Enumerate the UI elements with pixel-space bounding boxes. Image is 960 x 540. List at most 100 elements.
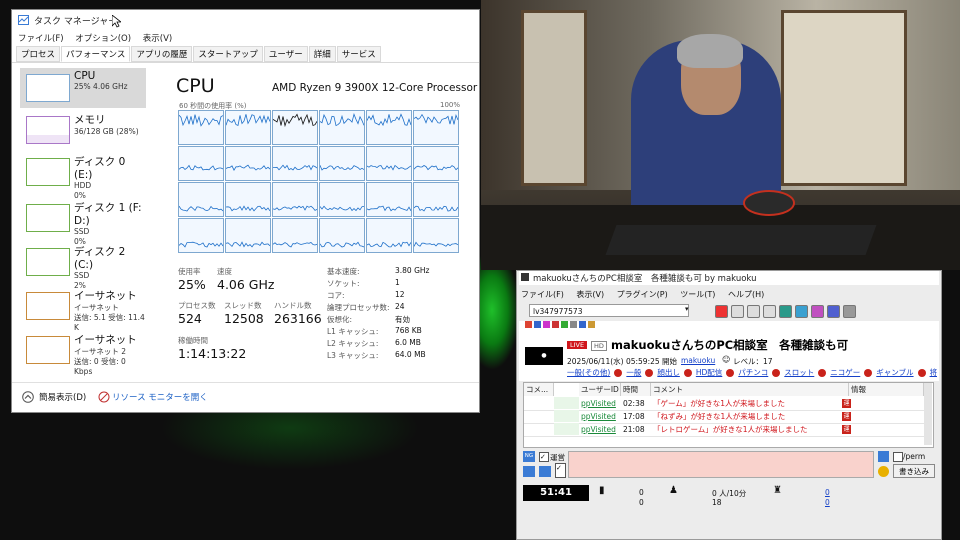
logical-processor-graph (413, 110, 459, 145)
resource-monitor-link[interactable]: リソース モニターを開く (112, 391, 208, 403)
col-header-info[interactable]: 情報 (849, 383, 924, 396)
toolbar-icon[interactable] (795, 305, 808, 318)
clipboard-icon[interactable]: ✓ (555, 463, 566, 478)
stream-title: makuokuさんちのPC相談室 各種雑談も可 (611, 338, 849, 352)
header-status-icon[interactable] (588, 321, 595, 328)
tag-link[interactable]: スロット (784, 368, 814, 377)
row-comment: 「レトロゲーム」が好きな1人が来場しました (653, 425, 808, 434)
header-status-icon[interactable] (534, 321, 541, 328)
sidebar-item-detail: 36/128 GB (28%) (74, 127, 139, 136)
fewer-details-link[interactable]: 簡易表示(D) (39, 391, 86, 403)
row-info-badge: 運 (842, 412, 851, 421)
header-status-icon[interactable] (579, 321, 586, 328)
col-header-user-id[interactable]: ユーザーID (579, 383, 621, 396)
table-row[interactable]: ppVisited 21:08 「レトロゲーム」が好きな1人が来場しました 運 (524, 423, 924, 437)
toolbar-icon[interactable] (827, 305, 840, 318)
ng-icon[interactable]: NG (523, 451, 535, 462)
header-status-icon[interactable] (543, 321, 550, 328)
header-status-icon[interactable] (552, 321, 559, 328)
col-header-comment-no[interactable]: コメ... (524, 383, 554, 396)
tab-performance[interactable]: パフォーマンス (61, 46, 131, 62)
tab-startup[interactable]: スタートアップ (193, 46, 263, 62)
menu-help[interactable]: ヘルプ(H) (728, 290, 764, 299)
header-status-icon[interactable] (561, 321, 568, 328)
tab-bar: プロセス パフォーマンス アプリの履歴 スタートアップ ユーザー 詳細 サービス (16, 46, 382, 62)
table-row[interactable]: ppVisited 17:08 「ねずみ」が好きな1人が来場しました 運 (524, 410, 924, 424)
tag-link[interactable]: 一般(その他) (567, 368, 610, 377)
col-header-time[interactable]: 時間 (621, 383, 651, 396)
tag-link[interactable]: ニコゲー (830, 368, 860, 377)
spec-row: L1 キャッシュ: 768 KB (327, 326, 467, 338)
emoji-icon[interactable] (878, 466, 889, 477)
chevron-up-icon[interactable] (22, 391, 34, 403)
comment-input[interactable] (568, 451, 874, 478)
sidebar-item-cpu[interactable]: CPU 25% 4.06 GHz (20, 68, 146, 108)
tag-link[interactable]: 将 (930, 368, 937, 377)
red-toolbar-icon[interactable] (715, 305, 728, 318)
command-icon[interactable] (523, 466, 535, 477)
toolbar-icon[interactable] (811, 305, 824, 318)
menu-file[interactable]: ファイル(F) (18, 34, 64, 44)
tag-encyclopedia-icon[interactable] (726, 369, 735, 377)
submit-button[interactable]: 書き込み (893, 464, 935, 478)
tag-encyclopedia-icon[interactable] (645, 369, 654, 377)
header-status-icon[interactable] (525, 321, 532, 328)
sidebar-item-memory[interactable]: メモリ 36/128 GB (28%) (20, 110, 146, 150)
tag-link[interactable]: パチンコ (738, 368, 768, 377)
pen-icon[interactable] (878, 451, 889, 462)
toolbar-icon[interactable] (747, 305, 760, 318)
header-status-icon[interactable] (570, 321, 577, 328)
status-bar: 51:41 ▮ 0 0 ♟ 0 人/10分 18 ♜ 0 0 (519, 483, 939, 523)
toolbar-icon[interactable] (779, 305, 792, 318)
tag-encyclopedia-icon[interactable] (864, 369, 873, 377)
table-row[interactable]: ppVisited 02:38 「ゲーム」が好きな1人が来場しました 運 (524, 397, 924, 411)
sidebar-item-label: ディスク 2 (C:) (74, 246, 126, 271)
tag-link[interactable]: 一般 (626, 368, 641, 377)
menu-view[interactable]: 表示(V) (576, 290, 604, 299)
tab-services[interactable]: サービス (336, 46, 381, 62)
sidebar-item-ethernet2[interactable]: イーサネット イーサネット 2 送信: 0 受信: 0 Kbps (20, 330, 146, 376)
toolbar-icon[interactable] (763, 305, 776, 318)
col-header-comment[interactable]: コメント (651, 383, 849, 396)
tag-encyclopedia-icon[interactable] (683, 369, 692, 377)
row-user-id[interactable]: ppVisited (581, 397, 616, 410)
logical-processor-graph (413, 146, 459, 181)
sidebar-item-disk2[interactable]: ディスク 2 (C:) SSD 2% (20, 242, 146, 290)
sidebar-item-disk1[interactable]: ディスク 1 (F: D:) SSD 0% (20, 198, 146, 246)
tab-app-history[interactable]: アプリの履歴 (131, 46, 193, 62)
menu-view[interactable]: 表示(V) (143, 34, 172, 44)
tab-users[interactable]: ユーザー (263, 46, 308, 62)
tag-encyclopedia-icon[interactable] (917, 369, 926, 377)
tag-encyclopedia-icon[interactable] (614, 369, 623, 377)
operator-checkbox[interactable]: ✓ (539, 452, 549, 462)
dropdown-arrow-icon[interactable]: ▾ (685, 305, 689, 313)
owner-link[interactable]: makuoku (681, 356, 715, 365)
tag-link[interactable]: ギャンブル (876, 368, 913, 377)
logical-processor-graph (178, 218, 224, 253)
row-info-badge: 運 (842, 425, 851, 434)
sidebar-item-ethernet1[interactable]: イーサネット イーサネット 送信: 5.1 受信: 11.4 K (20, 286, 146, 332)
row-user-id[interactable]: ppVisited (581, 423, 616, 436)
perm-checkbox[interactable] (893, 452, 903, 462)
list-icon[interactable] (539, 466, 551, 477)
tag-encyclopedia-icon[interactable] (772, 369, 781, 377)
tag-link[interactable]: HD配信 (696, 368, 722, 377)
menu-options[interactable]: オプション(O) (75, 34, 131, 44)
stat-c1[interactable]: 0 (825, 488, 830, 497)
tag-encyclopedia-icon[interactable] (818, 369, 827, 377)
scrollbar[interactable] (924, 383, 932, 445)
menu-file[interactable]: ファイル(F) (521, 290, 564, 299)
row-user-id[interactable]: ppVisited (581, 410, 616, 423)
menu-plugin[interactable]: プラグイン(P) (617, 290, 668, 299)
toolbar-icon[interactable] (731, 305, 744, 318)
stat-c2[interactable]: 0 (825, 498, 830, 507)
tag-link[interactable]: 顔出し (657, 368, 680, 377)
uptime-value: 1:14:13:22 (178, 346, 247, 361)
live-id-field[interactable]: lv347977573 (529, 304, 689, 317)
logical-processor-graph (272, 146, 318, 181)
tab-details[interactable]: 詳細 (308, 46, 336, 62)
settings-gear-icon[interactable] (843, 305, 856, 318)
menu-tools[interactable]: ツール(T) (680, 290, 715, 299)
sidebar-item-disk0[interactable]: ディスク 0 (E:) HDD 0% (20, 152, 146, 200)
tab-processes[interactable]: プロセス (16, 46, 61, 62)
